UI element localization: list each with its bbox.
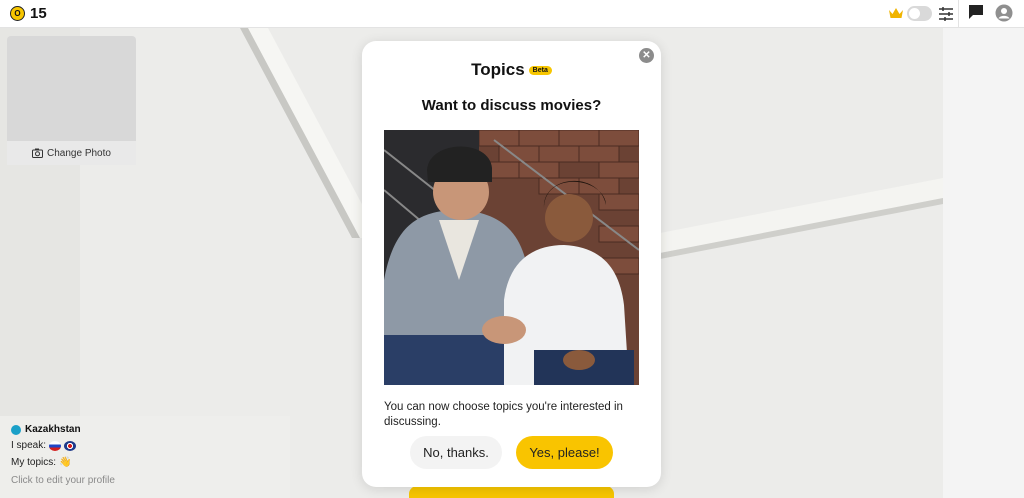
beta-badge: Beta [528, 65, 552, 75]
change-photo-label: Change Photo [47, 147, 111, 159]
uk-flag-icon [64, 440, 77, 451]
filters-icon[interactable] [938, 6, 954, 22]
country: Kazakhstan [11, 424, 81, 435]
decline-button[interactable]: No, thanks. [410, 436, 502, 469]
country-label: Kazakhstan [25, 424, 81, 435]
my-topics: My topics: 👋 [11, 457, 71, 468]
top-bar: O 15 [0, 0, 1024, 28]
modal-description: You can now choose topics you're interes… [384, 401, 623, 428]
modal-header: Topics Beta [362, 60, 661, 80]
speak-label: I speak: [11, 440, 47, 451]
chat-icon[interactable] [968, 4, 984, 20]
russia-flag-icon [49, 440, 62, 451]
camera-icon [32, 148, 44, 158]
coin-count: 15 [30, 5, 47, 22]
topic-photo [384, 130, 639, 385]
modal-question: Want to discuss movies? [421, 97, 602, 114]
topics-modal: ✕ Topics Beta Want to discuss movies? Yo… [362, 41, 661, 487]
edit-profile-link[interactable]: Click to edit your profile [11, 475, 115, 486]
crown-icon[interactable] [888, 6, 904, 20]
profile-icon[interactable] [995, 4, 1013, 22]
people-illustration [384, 130, 639, 385]
topics-label: My topics: [11, 457, 57, 468]
start-button[interactable] [409, 486, 614, 498]
change-photo-button[interactable]: Change Photo [7, 141, 136, 165]
languages: I speak: [11, 440, 77, 451]
wave-icon: 👋 [59, 457, 72, 468]
divider [958, 0, 959, 28]
globe-icon [11, 424, 21, 435]
premium-toggle[interactable] [907, 6, 932, 21]
self-view [7, 36, 136, 141]
modal-title: Topics [471, 60, 525, 79]
right-strip [943, 28, 1024, 498]
accept-button[interactable]: Yes, please! [516, 436, 613, 469]
coin-symbol: O [14, 9, 21, 18]
coin-icon: O [10, 6, 25, 21]
